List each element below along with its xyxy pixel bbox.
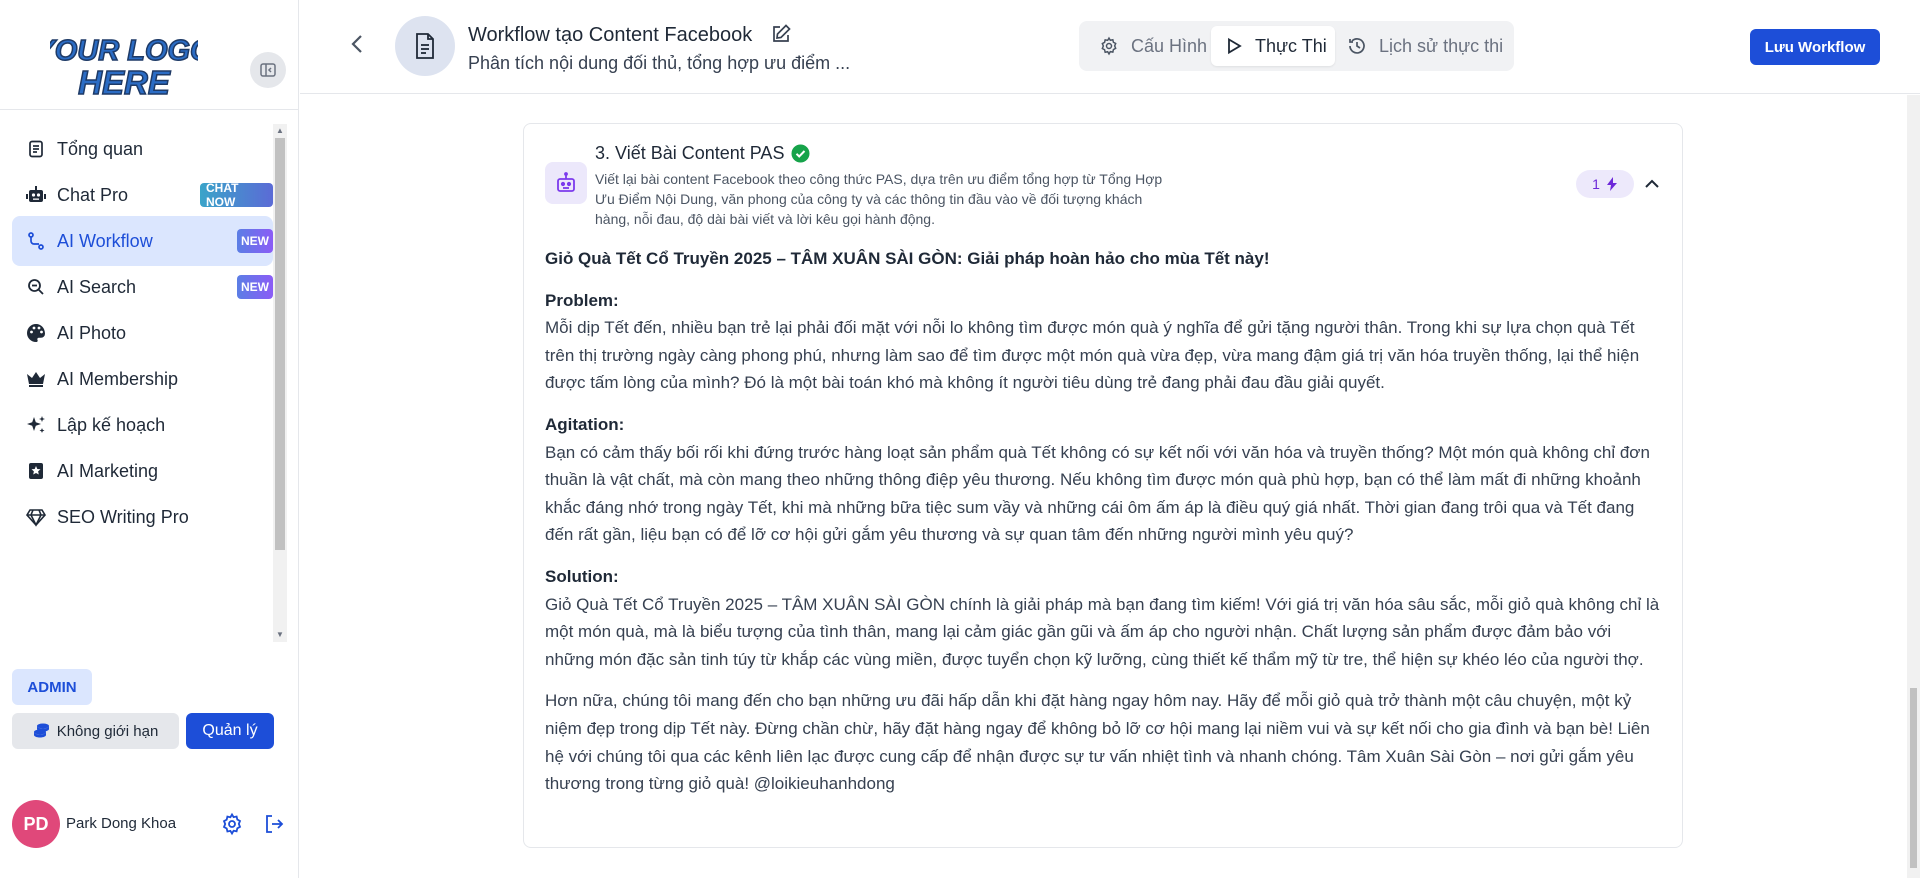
solution-heading: Solution: <box>545 566 619 586</box>
coins-icon <box>33 723 49 738</box>
step-avatar <box>545 162 587 204</box>
main-content: 3. Viết Bài Content PAS Viết lại bài con… <box>300 95 1920 878</box>
main-scroll-thumb[interactable] <box>1910 688 1917 868</box>
new-badge: NEW <box>237 229 273 253</box>
play-icon <box>1228 37 1242 55</box>
sidebar-item-chat-pro[interactable]: Chat Pro CHAT NOW <box>12 170 273 220</box>
sidebar-item-label: Lập kế hoạch <box>57 415 166 435</box>
new-badge: NEW <box>237 275 273 299</box>
back-chevron-icon[interactable] <box>344 30 372 58</box>
scroll-down-arrow-icon[interactable]: ▼ <box>273 628 287 642</box>
sparkles-icon <box>24 413 48 437</box>
crown-icon <box>24 367 48 391</box>
logout-icon[interactable] <box>262 812 286 836</box>
tab-label: Cấu Hình <box>1131 35 1208 56</box>
star-book-icon <box>24 459 48 483</box>
lightning-icon <box>1606 177 1617 191</box>
agitation-section: Agitation: Bạn có cảm thấy bối rối khi đ… <box>545 411 1665 549</box>
tab-thuc-thi[interactable]: Thực Thi <box>1211 26 1335 66</box>
sidebar-item-label: Tổng quan <box>57 139 144 159</box>
sidebar-toggle-icon <box>260 63 276 77</box>
sidebar-item-ai-marketing[interactable]: AI Marketing <box>12 446 273 496</box>
role-badge: ADMIN <box>12 669 92 705</box>
step-result-card: 3. Viết Bài Content PAS Viết lại bài con… <box>523 123 1683 848</box>
svg-text:HERE: HERE <box>78 64 171 101</box>
workflow-title: Workflow tạo Content Facebook <box>468 24 753 46</box>
robot-icon <box>557 172 575 192</box>
unlimited-credits-label: Không giới hạn <box>56 722 159 740</box>
sidebar-item-ai-membership[interactable]: AI Membership <box>12 354 273 404</box>
sidebar-scroll-thumb[interactable] <box>275 138 285 550</box>
company-logo[interactable]: YOUR LOGO HERE <box>50 30 198 102</box>
document-icon <box>24 137 48 161</box>
sidebar-item-label: AI Membership <box>57 369 179 389</box>
workflow-icon <box>24 229 48 253</box>
sidebar: YOUR LOGO HERE Tổng quan Chat Pro CHAT N… <box>0 0 299 878</box>
user-name: Park Dong Khoa <box>66 815 177 832</box>
problem-heading: Problem: <box>545 290 619 310</box>
check-circle-icon <box>791 144 810 163</box>
user-profile: PD Park Dong Khoa <box>12 800 292 848</box>
tab-label: Thực Thi <box>1255 35 1327 56</box>
sidebar-item-lap-ke-hoach[interactable]: Lập kế hoạch <box>12 400 273 450</box>
sidebar-item-label: AI Search <box>57 277 137 297</box>
tab-label: Lịch sử thực thi <box>1379 35 1504 56</box>
article-headline: Giỏ Quà Tết Cổ Truyền 2025 – TÂM XUÂN SÀ… <box>545 249 1270 268</box>
sidebar-item-tong-quan[interactable]: Tổng quan <box>12 124 273 174</box>
unlimited-credits-button[interactable]: Không giới hạn <box>12 713 179 749</box>
robot-icon <box>24 183 48 207</box>
workflow-header: Workflow tạo Content Facebook Phân tích … <box>300 0 1920 94</box>
sidebar-scrollbar[interactable]: ▲ ▼ <box>273 124 287 642</box>
run-count-badge[interactable]: 1 <box>1576 170 1634 198</box>
chevron-up-icon[interactable] <box>1641 173 1663 195</box>
sidebar-nav: Tổng quan Chat Pro CHAT NOW AI Workflow … <box>12 124 273 642</box>
run-count-value: 1 <box>1592 176 1600 192</box>
gear-icon <box>1101 36 1117 56</box>
logo-area: YOUR LOGO HERE <box>0 0 299 110</box>
sidebar-item-label: Chat Pro <box>57 185 129 205</box>
generated-article: Giỏ Quà Tết Cổ Truyền 2025 – TÂM XUÂN SÀ… <box>545 245 1665 812</box>
collapse-sidebar-button[interactable] <box>250 52 286 88</box>
save-workflow-button[interactable]: Lưu Workflow <box>1750 29 1880 65</box>
avatar[interactable]: PD <box>12 800 60 848</box>
solution-text: Giỏ Quà Tết Cổ Truyền 2025 – TÂM XUÂN SÀ… <box>545 594 1660 669</box>
agitation-text: Bạn có cảm thấy bối rối khi đứng trước h… <box>545 442 1650 545</box>
solution-section: Solution: Giỏ Quà Tết Cổ Truyền 2025 – T… <box>545 563 1665 673</box>
closing-text: Hơn nữa, chúng tôi mang đến cho bạn nhữn… <box>545 691 1650 794</box>
problem-text: Mỗi dịp Tết đến, nhiều bạn trẻ lại phải … <box>545 318 1640 393</box>
workflow-avatar <box>395 16 455 76</box>
manage-button[interactable]: Quản lý <box>186 713 274 749</box>
sidebar-item-ai-search[interactable]: AI Search NEW <box>12 262 273 312</box>
chat-now-badge: CHAT NOW <box>200 181 273 209</box>
palette-icon <box>24 321 48 345</box>
sidebar-item-label: AI Photo <box>57 323 127 343</box>
tab-lich-su[interactable]: Lịch sử thực thi <box>1343 26 1511 66</box>
step-title: 3. Viết Bài Content PAS <box>595 143 785 163</box>
sidebar-item-ai-workflow[interactable]: AI Workflow NEW <box>12 216 273 266</box>
sidebar-item-label: SEO Writing Pro <box>57 507 189 527</box>
sidebar-item-seo-writing-pro[interactable]: SEO Writing Pro <box>12 492 273 542</box>
search-icon <box>24 275 48 299</box>
agitation-heading: Agitation: <box>545 414 625 434</box>
sidebar-item-label: AI Marketing <box>57 461 159 481</box>
tab-cau-hinh[interactable]: Cấu Hình <box>1093 26 1227 66</box>
edit-icon[interactable] <box>770 23 792 45</box>
sidebar-item-label: AI Workflow <box>57 231 153 251</box>
history-icon <box>1349 38 1365 54</box>
document-icon <box>416 33 434 59</box>
workflow-description: Phân tích nội dung đối thủ, tổng hợp ưu … <box>468 53 851 73</box>
scroll-up-arrow-icon[interactable]: ▲ <box>273 124 287 138</box>
diamond-icon <box>24 505 48 529</box>
svg-text:YOUR LOGO: YOUR LOGO <box>50 35 198 67</box>
gear-icon[interactable] <box>220 812 244 836</box>
workflow-tabs: Cấu Hình Thực Thi Lịch sử thực thi <box>1079 21 1514 71</box>
step-description: Viết lại bài content Facebook theo công … <box>595 171 1163 227</box>
sidebar-item-ai-photo[interactable]: AI Photo <box>12 308 273 358</box>
problem-section: Problem: Mỗi dịp Tết đến, nhiều bạn trẻ … <box>545 287 1665 397</box>
main-scrollbar[interactable] <box>1907 95 1920 878</box>
